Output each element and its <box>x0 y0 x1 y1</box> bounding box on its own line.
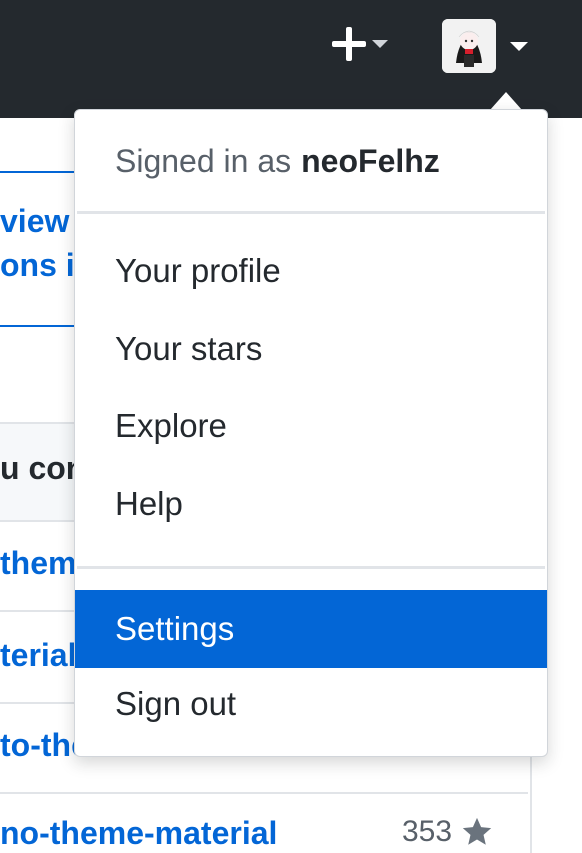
menu-item-settings[interactable]: Settings <box>75 590 547 668</box>
menu-item-label: Your profile <box>115 252 281 289</box>
background-link[interactable]: ons i <box>0 247 75 284</box>
row-divider <box>0 792 528 794</box>
list-item-link[interactable]: them <box>0 545 76 582</box>
dropdown-caret <box>490 92 522 110</box>
signed-in-header: Signed in as neoFelhz <box>75 110 547 212</box>
menu-item-label: Explore <box>115 407 227 444</box>
menu-item-explore[interactable]: Explore <box>75 387 547 465</box>
background-list-header-text: u con <box>0 450 86 486</box>
signed-in-label: Signed in as <box>115 142 292 179</box>
star-count-value: 353 <box>402 815 453 848</box>
plus-icon <box>332 27 366 61</box>
user-dropdown-menu: Signed in as neoFelhz Your profile Your … <box>74 109 548 757</box>
menu-item-label: Your stars <box>115 330 263 367</box>
menu-item-help[interactable]: Help <box>75 465 547 543</box>
menu-item-label: Help <box>115 485 183 522</box>
menu-item-your-profile[interactable]: Your profile <box>75 232 547 310</box>
star-count[interactable]: 353 <box>402 815 494 849</box>
avatar-image <box>442 19 496 73</box>
menu-divider <box>77 211 545 214</box>
star-icon <box>462 817 492 845</box>
caret-down-icon <box>510 41 528 51</box>
list-item-link[interactable]: no-theme-material <box>0 815 277 852</box>
avatar <box>442 19 496 73</box>
caret-down-icon <box>372 40 388 48</box>
menu-item-sign-out[interactable]: Sign out <box>75 665 547 743</box>
username: neoFelhz <box>301 142 440 179</box>
menu-divider <box>77 566 545 569</box>
menu-item-label: Settings <box>115 610 235 647</box>
page: view ons i u con them terial to-the no-t… <box>0 0 582 853</box>
menu-item-your-stars[interactable]: Your stars <box>75 310 547 388</box>
list-item-link[interactable]: terial <box>0 637 76 674</box>
menu-item-label: Sign out <box>115 685 237 722</box>
user-menu-button[interactable] <box>442 19 532 73</box>
create-new-button[interactable] <box>332 22 402 66</box>
background-link[interactable]: view <box>0 203 69 240</box>
